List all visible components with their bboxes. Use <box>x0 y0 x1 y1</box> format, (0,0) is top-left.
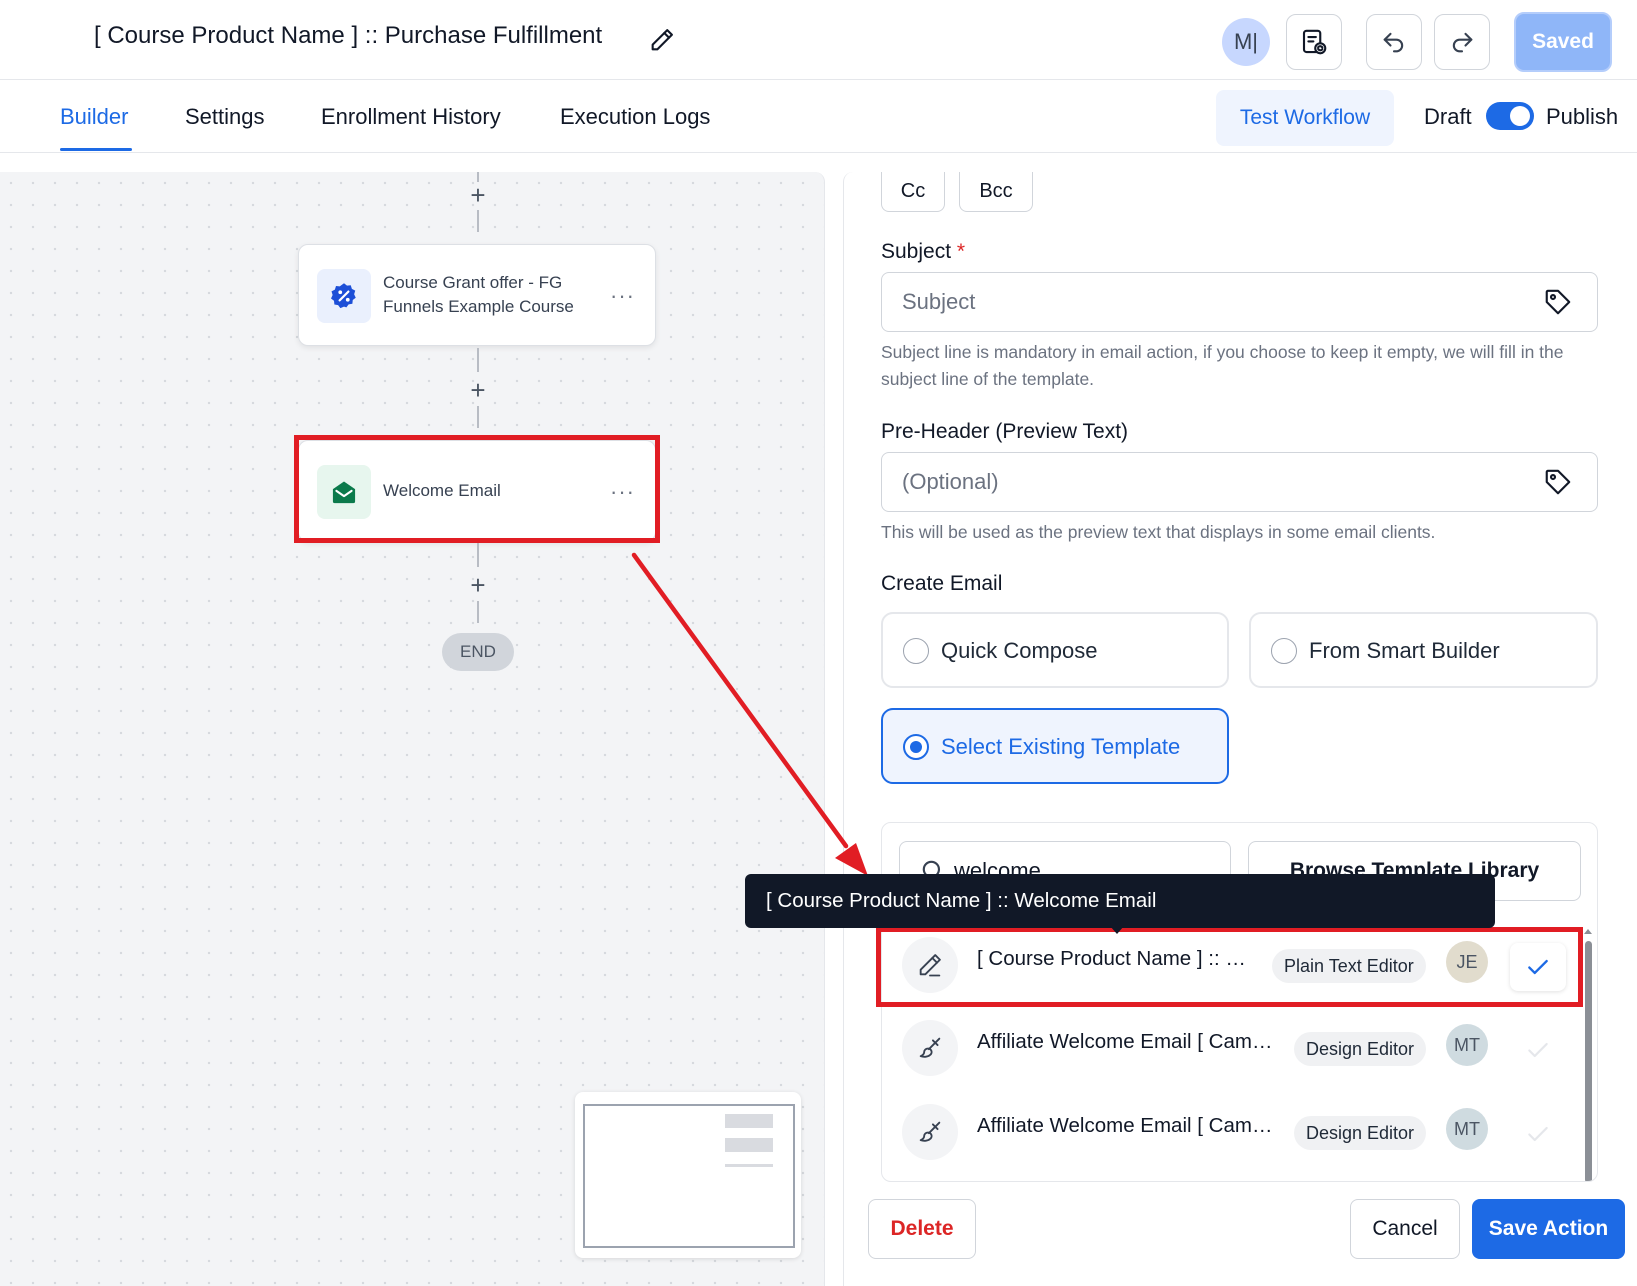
tab-bar: Builder Settings Enrollment History Exec… <box>0 80 1637 153</box>
template-row[interactable]: Affiliate Welcome Email [ Campaign ] Des… <box>882 1090 1582 1170</box>
annotation-highlight-node <box>294 435 660 543</box>
active-tab-indicator <box>60 148 132 151</box>
tab-settings[interactable]: Settings <box>185 104 265 130</box>
template-row[interactable]: Affiliate Welcome Email [ Campaign ] Des… <box>882 1006 1582 1086</box>
add-step-button[interactable]: + <box>466 182 490 208</box>
option-label: Select Existing Template <box>941 734 1181 759</box>
add-step-button[interactable]: + <box>466 572 490 598</box>
tab-execution-logs[interactable]: Execution Logs <box>560 104 710 130</box>
node-menu-button[interactable]: ··· <box>610 283 635 309</box>
scrollbar-thumb[interactable] <box>1585 941 1592 1181</box>
percent-badge-icon <box>317 269 371 323</box>
undo-icon <box>1383 32 1404 53</box>
workflow-title: [ Course Product Name ] :: Purchase Fulf… <box>94 22 603 49</box>
tooltip-caret <box>1110 926 1124 934</box>
delete-button[interactable]: Delete <box>868 1199 976 1259</box>
radio-button[interactable] <box>903 638 929 664</box>
connector-line <box>477 348 479 372</box>
toggle-knob <box>1510 106 1530 126</box>
option-select-existing-template[interactable]: Select Existing Template <box>881 708 1229 784</box>
option-from-smart-builder[interactable]: From Smart Builder <box>1249 612 1598 688</box>
connector-line <box>477 406 479 428</box>
subject-label-text: Subject <box>881 240 952 263</box>
subject-field <box>881 272 1598 332</box>
author-avatar: MT <box>1446 1108 1488 1150</box>
tag-icon[interactable] <box>1543 467 1573 497</box>
option-label: Quick Compose <box>941 638 1098 663</box>
minimap-node <box>725 1164 773 1167</box>
bcc-button[interactable]: Bcc <box>959 172 1033 212</box>
node-title-line-2: Funnels Example Course <box>383 297 574 316</box>
publish-toggle[interactable] <box>1486 102 1534 130</box>
node-title: Course Grant offer - FG Funnels Example … <box>383 271 574 319</box>
author-avatar: MT <box>1446 1024 1488 1066</box>
annotation-highlight-template <box>876 927 1583 1007</box>
required-mark: * <box>956 240 966 263</box>
check-icon <box>1528 1042 1548 1058</box>
editor-badge: Design Editor <box>1294 1032 1427 1066</box>
radio-button[interactable] <box>903 734 929 760</box>
undo-button[interactable] <box>1366 14 1422 70</box>
subject-help-text: Subject line is mandatory in email actio… <box>881 342 1564 389</box>
subject-label: Subject * <box>881 240 965 264</box>
clipboard-refresh-icon <box>1302 29 1327 55</box>
preheader-field <box>881 452 1598 512</box>
template-name: Affiliate Welcome Email [ Campaign ] <box>977 1030 1277 1053</box>
select-template-check[interactable] <box>1510 1026 1566 1074</box>
canvas-minimap[interactable] <box>575 1092 801 1258</box>
brush-icon <box>902 1104 958 1160</box>
select-template-check[interactable] <box>1510 1110 1566 1158</box>
minimap-node <box>725 1114 773 1128</box>
preheader-label: Pre-Header (Preview Text) <box>881 420 1129 443</box>
editor-badge: Design Editor <box>1294 1116 1427 1150</box>
redo-icon <box>1452 32 1473 53</box>
publish-label: Publish <box>1546 104 1619 129</box>
preheader-help-text: This will be used as the preview text th… <box>881 522 1436 542</box>
check-icon <box>1528 1126 1548 1142</box>
cc-button[interactable]: Cc <box>881 172 945 212</box>
minimap-node <box>725 1138 773 1152</box>
add-step-button[interactable]: + <box>466 377 490 403</box>
subject-input[interactable] <box>902 273 1522 331</box>
template-name: Affiliate Welcome Email [ Campaign ] <box>977 1114 1277 1137</box>
top-bar: [ Course Product Name ] :: Purchase Fulf… <box>0 0 1637 80</box>
draft-label: Draft <box>1424 104 1472 129</box>
option-label: From Smart Builder <box>1309 638 1500 663</box>
connector-line <box>477 601 479 623</box>
redo-button[interactable] <box>1434 14 1490 70</box>
connector-line <box>477 210 479 232</box>
tab-builder[interactable]: Builder <box>60 104 128 130</box>
test-workflow-button[interactable]: Test Workflow <box>1216 90 1394 146</box>
save-action-button[interactable]: Save Action <box>1472 1199 1625 1259</box>
preheader-input[interactable] <box>902 453 1522 511</box>
cancel-button[interactable]: Cancel <box>1350 1199 1460 1259</box>
scroll-up-icon[interactable] <box>1582 926 1594 936</box>
template-name-tooltip: [ Course Product Name ] :: Welcome Email <box>745 874 1495 928</box>
brush-icon <box>902 1020 958 1076</box>
action-config-panel: Cc Bcc Subject * Subject line is mandato… <box>843 172 1637 1286</box>
workflow-node-course-grant[interactable]: Course Grant offer - FG Funnels Example … <box>298 244 656 346</box>
saved-button[interactable]: Saved <box>1514 12 1612 72</box>
radio-button[interactable] <box>1271 638 1297 664</box>
notes-button[interactable] <box>1286 14 1342 70</box>
user-avatar[interactable]: M| <box>1222 18 1270 66</box>
pencil-icon[interactable] <box>648 26 676 54</box>
option-quick-compose[interactable]: Quick Compose <box>881 612 1229 688</box>
node-title-line-1: Course Grant offer - FG <box>383 273 563 292</box>
tab-enrollment-history[interactable]: Enrollment History <box>321 104 501 130</box>
connector-line <box>477 543 479 567</box>
create-email-label: Create Email <box>881 572 1003 595</box>
tag-icon[interactable] <box>1543 287 1573 317</box>
end-node: END <box>442 633 514 671</box>
